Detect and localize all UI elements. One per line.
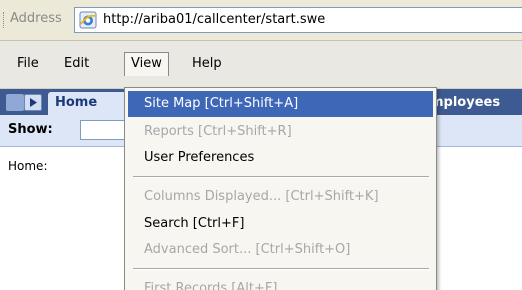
menu-bar: File Edit View Help [0,41,522,89]
address-url[interactable]: http://ariba01/callcenter/start.swe [103,12,325,27]
breadcrumb: Home: [8,159,48,173]
tab-home[interactable]: Home [48,92,126,115]
menu-file[interactable]: File [17,53,39,75]
internet-explorer-page-icon [79,11,97,29]
menu-item-search[interactable]: Search [Ctrl+F] [128,211,433,237]
tab-employees[interactable]: mployees [430,94,500,112]
menu-separator [133,176,429,178]
menu-item-columns-displayed[interactable]: Columns Displayed... [Ctrl+Shift+K] [128,184,433,210]
play-arrow-icon [30,98,37,107]
tab-scroll-forward-button[interactable] [24,94,42,111]
menu-item-first-records[interactable]: First Records [Alt+F] [128,276,433,290]
browser-window: Address http://ariba01/callcenter/start.… [0,0,522,290]
show-select[interactable] [80,120,130,140]
menu-item-advanced-sort[interactable]: Advanced Sort... [Ctrl+Shift+O] [128,237,433,263]
toolbar-grip[interactable] [3,12,6,28]
menu-item-reports[interactable]: Reports [Ctrl+Shift+R] [128,119,433,145]
menu-help[interactable]: Help [192,53,222,75]
view-menu-dropdown: Site Map [Ctrl+Shift+A] Reports [Ctrl+Sh… [124,87,437,290]
tab-scroll-back-button[interactable] [6,94,24,111]
menu-item-user-preferences[interactable]: User Preferences [128,145,433,171]
show-label: Show: [8,122,53,137]
address-bar: Address http://ariba01/callcenter/start.… [0,0,522,41]
menu-view[interactable]: View [124,52,169,76]
address-label: Address [10,11,62,26]
menu-separator [133,268,429,270]
menu-item-site-map[interactable]: Site Map [Ctrl+Shift+A] [128,91,433,117]
address-input[interactable]: http://ariba01/callcenter/start.swe [74,7,522,33]
menu-edit[interactable]: Edit [64,53,89,75]
